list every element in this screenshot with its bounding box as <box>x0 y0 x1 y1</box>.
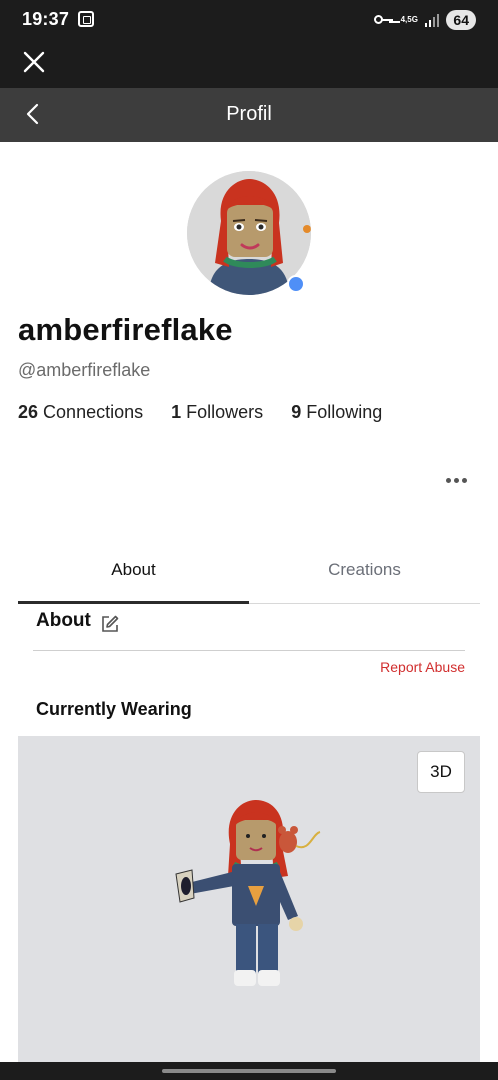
profile-stats: 26 Connections 1 Followers 9 Following <box>18 402 410 423</box>
followers-count: 1 <box>171 402 182 422</box>
status-icons: 4,5G 64 <box>373 8 476 32</box>
status-time: 19:37 <box>22 9 70 29</box>
close-icon[interactable] <box>22 50 46 74</box>
followers-stat[interactable]: 1 Followers <box>171 402 263 423</box>
network-type-label: 4,5G <box>400 15 418 24</box>
status-bar: 19:37 4,5G 64 <box>0 0 498 40</box>
more-options-icon[interactable] <box>441 470 471 490</box>
following-count: 9 <box>291 402 302 422</box>
battery-level: 64 <box>446 10 476 30</box>
profile-tabs: About Creations <box>18 546 480 604</box>
connections-label: Connections <box>43 402 144 422</box>
divider <box>33 650 465 651</box>
following-stat[interactable]: 9 Following <box>291 402 382 423</box>
signal-icon <box>424 13 440 27</box>
about-heading: About <box>36 610 91 631</box>
following-label: Following <box>306 402 383 422</box>
report-abuse-link[interactable]: Report Abuse <box>380 659 465 675</box>
tab-creations[interactable]: Creations <box>249 546 480 603</box>
avatar-viewer[interactable]: 3D <box>18 736 480 1062</box>
tab-about[interactable]: About <box>18 546 249 604</box>
online-status-dot <box>287 275 305 293</box>
view-3d-button[interactable]: 3D <box>417 751 465 793</box>
connections-count: 26 <box>18 402 39 422</box>
currently-wearing-heading: Currently Wearing <box>36 699 192 719</box>
header: Profil <box>0 88 498 142</box>
system-nav-bar <box>0 1062 498 1080</box>
webview-top-bar <box>0 40 498 88</box>
vpn-key-icon <box>373 15 394 25</box>
page-title: Profil <box>226 103 272 125</box>
profile-content: amberfireflake @amberfireflake 26 Connec… <box>0 142 498 1062</box>
home-indicator[interactable] <box>162 1069 336 1073</box>
connections-stat[interactable]: 26 Connections <box>18 402 143 423</box>
screen-record-icon <box>78 11 94 27</box>
edit-icon[interactable] <box>100 614 120 634</box>
username: @amberfireflake <box>18 360 151 380</box>
avatar[interactable] <box>187 171 311 295</box>
avatar-3d-render <box>175 800 321 986</box>
display-name: amberfireflake <box>18 312 233 347</box>
followers-label: Followers <box>186 402 264 422</box>
